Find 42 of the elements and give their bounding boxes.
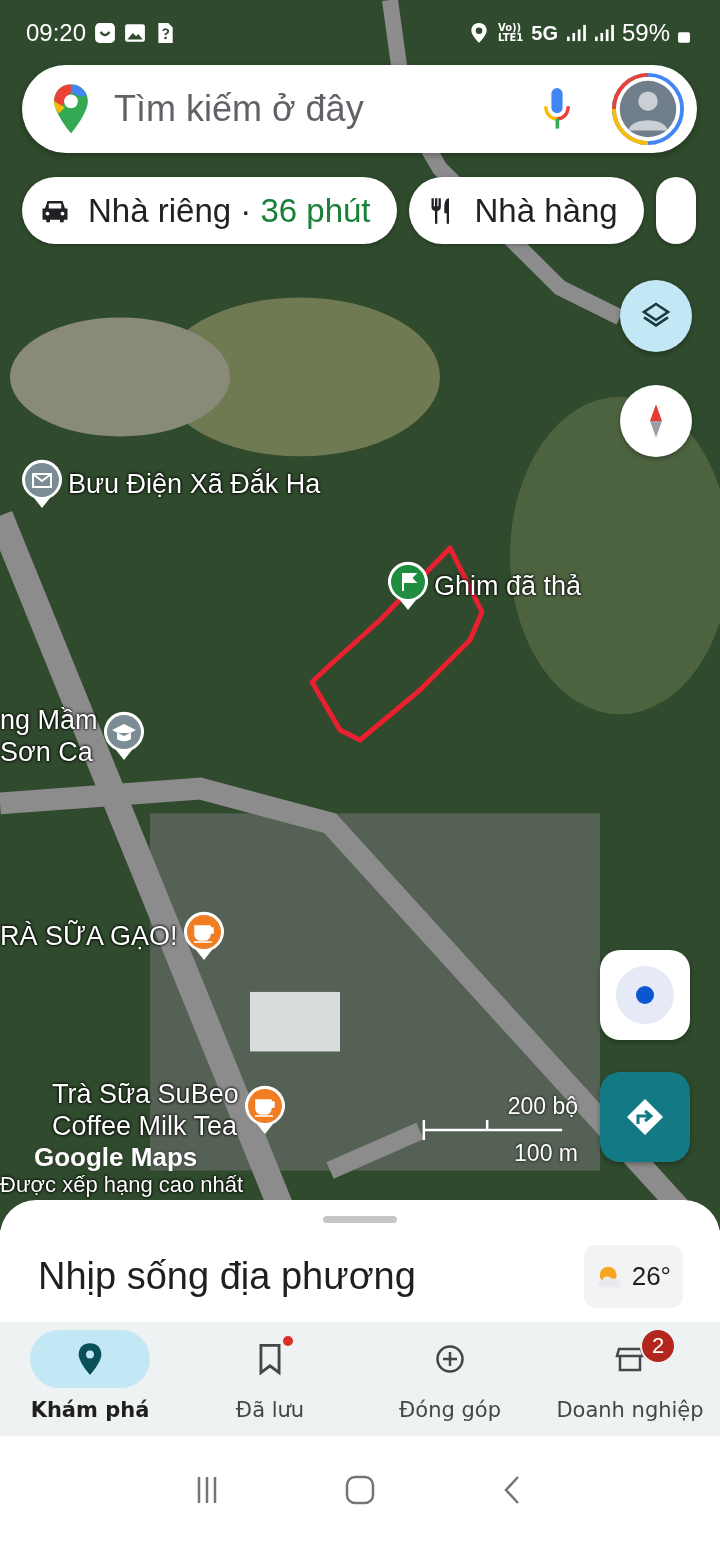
map-place-note: Được xếp hạng cao nhất (0, 1172, 244, 1198)
map-pin-logo-icon (52, 83, 90, 135)
cup-pin-icon[interactable] (181, 910, 226, 962)
profile-avatar[interactable] (611, 72, 685, 146)
scale-label: 100 m (514, 1140, 578, 1167)
nav-tab[interactable]: 2 Doanh nghiệp (540, 1330, 720, 1422)
category-chip[interactable]: Nhà hàng (408, 177, 644, 244)
volte-label: Vo)) (497, 23, 522, 33)
sheet-title: Nhịp sống địa phương (38, 1255, 416, 1298)
directions-icon (625, 1097, 665, 1137)
battery-percent: 59% (621, 19, 670, 47)
map-place-label[interactable]: RÀ SỮA GẠO! (0, 919, 178, 953)
battery-icon (678, 31, 690, 43)
search-field[interactable]: Tìm kiếm ở đây (22, 65, 697, 153)
plus-circle-icon (435, 1342, 465, 1376)
status-time: 09:20 (26, 19, 87, 47)
my-location-button[interactable] (600, 950, 690, 1040)
directions-button[interactable] (600, 1072, 690, 1162)
notification-count: 2 (640, 1328, 676, 1364)
lte-label: LTE1 (497, 33, 524, 43)
map-place-label[interactable]: ng Mầm Sơn Ca (0, 704, 98, 769)
network-type: 5G (531, 21, 558, 45)
search-input[interactable]: Tìm kiếm ở đây (112, 87, 543, 131)
map-logo: Google Maps (34, 1142, 198, 1173)
location-dot-icon (615, 965, 675, 1025)
nav-tab[interactable]: Khám phá (0, 1330, 180, 1422)
signal-icon (593, 24, 614, 42)
nav-tab[interactable]: Đã lưu (180, 1330, 360, 1422)
face-icon (94, 22, 117, 44)
microphone-icon[interactable] (543, 86, 571, 132)
drag-handle[interactable] (323, 1216, 397, 1223)
signal-icon (565, 24, 586, 42)
envelope-pin-icon[interactable] (20, 458, 64, 510)
nav-tab[interactable]: Đóng góp (360, 1330, 540, 1422)
image-icon (124, 22, 147, 44)
category-chip[interactable]: Nhà riêng · 36 phút (22, 177, 397, 244)
weather-chip[interactable]: 26° (583, 1245, 683, 1308)
map-place-label[interactable]: Trà Sữa SuBeo Coffee Milk Tea (52, 1078, 239, 1143)
scale-label: 200 bộ (507, 1093, 578, 1120)
map-place-label[interactable]: Bưu Điện Xã Đắk Ha (68, 467, 321, 501)
flag-pin-icon[interactable] (386, 560, 430, 612)
home-icon[interactable] (345, 1475, 375, 1505)
